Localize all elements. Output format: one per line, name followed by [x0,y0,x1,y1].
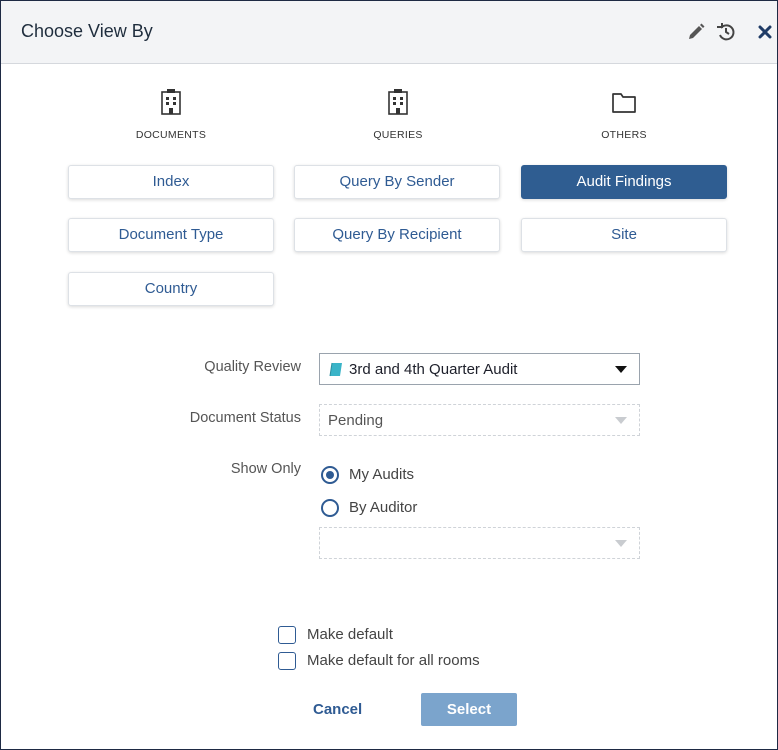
folder-icon [554,88,694,121]
dialog-title: Choose View By [21,21,153,41]
category-label: DOCUMENTS [135,129,207,141]
radio-unselected[interactable] [321,499,339,517]
index-button[interactable]: Index [68,165,274,199]
chevron-down-icon [615,366,627,373]
document-status-select[interactable]: Pending [319,404,640,436]
close-icon[interactable] [753,20,777,44]
make-default-checkbox[interactable] [278,626,296,644]
choose-view-dialog: Choose View By DOCUMENTS QUERIES OTHERS … [0,0,778,750]
cancel-button[interactable]: Cancel [313,701,362,718]
audit-findings-button[interactable]: Audit Findings [521,165,727,199]
document-type-button[interactable]: Document Type [68,218,274,252]
show-only-label: Show Only [230,461,301,477]
document-status-value: Pending [328,412,384,429]
category-others: OTHERS [554,88,694,141]
make-default-label: Make default [307,626,393,643]
category-documents: DOCUMENTS [101,88,241,141]
select-button[interactable]: Select [421,693,517,726]
dialog-header: Choose View By [1,1,777,64]
category-label: QUERIES [373,129,423,141]
my-audits-label: My Audits [349,466,415,483]
site-button[interactable]: Site [521,218,727,252]
history-icon[interactable] [714,20,738,44]
quality-review-select[interactable]: 3rd and 4th Quarter Audit [319,353,640,385]
country-button[interactable]: Country [68,272,274,306]
category-queries: QUERIES [328,88,468,141]
make-default-all-checkbox[interactable] [278,652,296,670]
building-icon [328,88,468,121]
radio-selected[interactable] [321,466,339,484]
by-auditor-label: By Auditor [349,499,418,516]
category-label: OTHERS [601,129,647,141]
chevron-down-icon [615,417,627,424]
auditor-select[interactable] [319,527,640,559]
chevron-down-icon [615,540,627,547]
document-status-label: Document Status [189,410,301,426]
pencil-icon[interactable] [684,20,708,44]
query-by-sender-button[interactable]: Query By Sender [294,165,500,199]
book-icon [329,362,343,381]
quality-review-value: 3rd and 4th Quarter Audit [349,361,518,378]
quality-review-label: Quality Review [204,359,301,375]
building-icon [101,88,241,121]
make-default-all-label: Make default for all rooms [307,652,480,669]
query-by-recipient-button[interactable]: Query By Recipient [294,218,500,252]
